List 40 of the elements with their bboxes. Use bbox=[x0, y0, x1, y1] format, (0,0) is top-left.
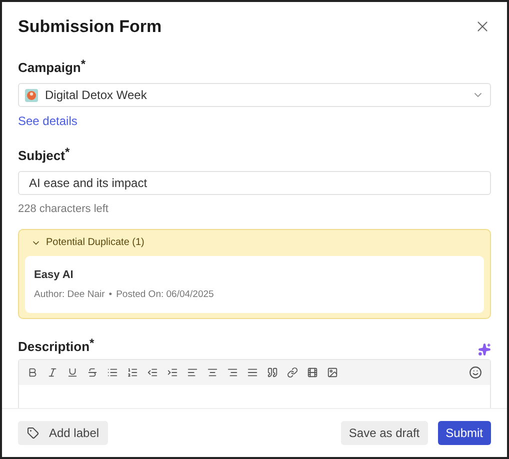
numbered-list-icon[interactable] bbox=[127, 367, 138, 378]
author-text: Author: Dee Nair bbox=[34, 288, 105, 302]
video-icon[interactable] bbox=[307, 367, 318, 378]
posted-date-text: Posted On: 06/04/2025 bbox=[116, 288, 214, 302]
bullet-list-icon[interactable] bbox=[107, 367, 118, 378]
indent-icon[interactable] bbox=[167, 367, 178, 378]
italic-icon[interactable] bbox=[47, 367, 58, 378]
duplicate-toggle[interactable]: Potential Duplicate (1) bbox=[25, 236, 150, 249]
justify-icon[interactable] bbox=[247, 367, 258, 378]
underline-icon[interactable] bbox=[67, 367, 78, 378]
description-label: Description bbox=[18, 338, 90, 356]
required-mark: * bbox=[90, 336, 94, 349]
campaign-select[interactable]: Digital Detox Week bbox=[18, 83, 491, 107]
align-center-icon[interactable] bbox=[207, 367, 218, 378]
bold-icon[interactable] bbox=[27, 367, 38, 378]
emoji-icon[interactable] bbox=[469, 366, 482, 380]
link-icon[interactable] bbox=[287, 367, 298, 378]
submit-button[interactable]: Submit bbox=[438, 421, 491, 445]
see-details-link[interactable]: See details bbox=[18, 112, 78, 130]
duplicate-card[interactable]: Easy AI Author: Dee Nair • Posted On: 06/04/2025 bbox=[25, 256, 484, 313]
outdent-icon[interactable] bbox=[147, 367, 158, 378]
dialog-title: Submission Form bbox=[18, 16, 162, 38]
campaign-label: Campaign bbox=[18, 58, 81, 77]
subject-field[interactable]: AI ease and its impact bbox=[18, 170, 491, 194]
strikethrough-icon[interactable] bbox=[87, 367, 98, 378]
duplicate-title: Easy AI bbox=[34, 268, 74, 283]
tag-icon bbox=[27, 427, 39, 439]
subject-label: Subject bbox=[18, 147, 65, 165]
sparkle-icon[interactable] bbox=[478, 342, 491, 356]
quote-icon[interactable] bbox=[267, 367, 278, 378]
campaign-logo-icon bbox=[25, 88, 38, 102]
image-icon[interactable] bbox=[327, 367, 338, 378]
save-draft-button[interactable]: Save as draft bbox=[340, 421, 428, 445]
add-label-button[interactable]: Add label bbox=[18, 421, 108, 445]
align-left-icon[interactable] bbox=[187, 367, 198, 378]
required-mark: * bbox=[64, 146, 70, 158]
separator-dot: • bbox=[108, 288, 112, 302]
characters-left-text: 228 characters left bbox=[18, 202, 110, 216]
required-mark: * bbox=[80, 58, 86, 70]
align-right-icon[interactable] bbox=[227, 367, 238, 378]
